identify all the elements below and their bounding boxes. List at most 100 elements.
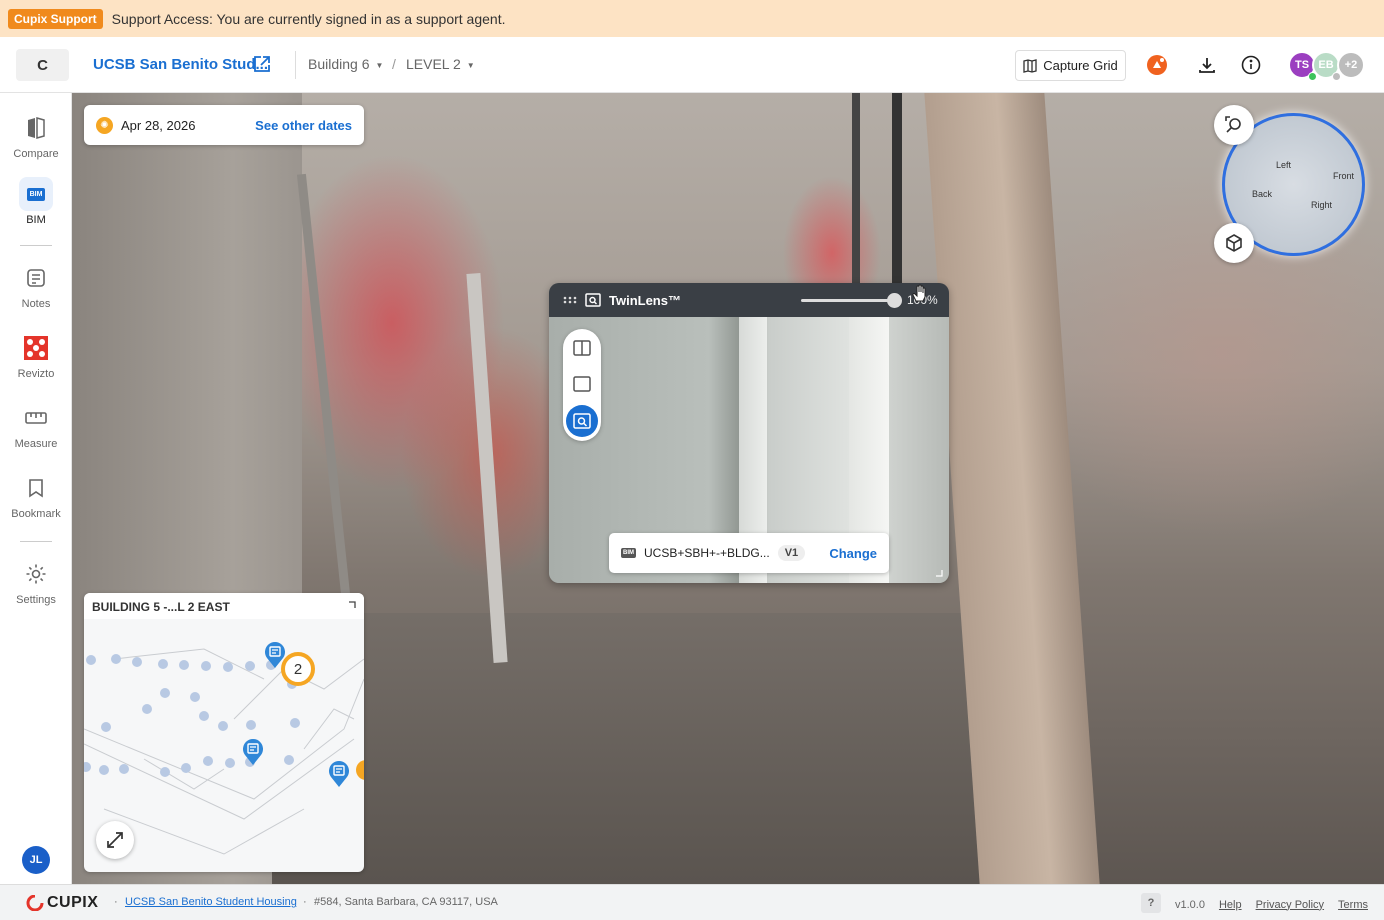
- workspace-logo[interactable]: C: [16, 49, 69, 81]
- zoom-slider-handle[interactable]: [887, 293, 902, 308]
- app-version: v1.0.0: [1174, 898, 1205, 911]
- avatar-more[interactable]: +2: [1337, 51, 1365, 79]
- footer-address: #584, Santa Barbara, CA 93117, USA: [314, 896, 498, 908]
- caret-down-icon: ▼: [466, 60, 475, 70]
- avatar-more-count: +2: [1344, 59, 1358, 71]
- top-header: C UCSB San Benito Stud... Building 6 ▼ / …: [0, 37, 1384, 93]
- sun-icon: ✺: [96, 116, 113, 134]
- minimap-collapse-icon[interactable]: [348, 601, 356, 609]
- minimap-expand-button[interactable]: [96, 821, 134, 859]
- model-version-badge: V1: [777, 545, 806, 561]
- notification-icon[interactable]: [1146, 54, 1168, 76]
- gear-icon: [19, 557, 53, 591]
- rail-measure[interactable]: Measure: [0, 401, 72, 450]
- bim-model-button[interactable]: [1214, 223, 1254, 263]
- zoom-slider-track[interactable]: [801, 299, 896, 302]
- terms-link[interactable]: Terms: [1338, 899, 1368, 911]
- breadcrumb-level-label: LEVEL 2: [406, 56, 461, 72]
- twinlens-title: TwinLens™: [609, 292, 681, 308]
- rail-settings[interactable]: Settings: [0, 557, 72, 606]
- rail-bookmark-label: Bookmark: [11, 508, 61, 520]
- footer: CUPIX · UCSB San Benito Student Housing …: [0, 884, 1384, 920]
- single-view-icon[interactable]: [566, 368, 598, 400]
- privacy-policy-link[interactable]: Privacy Policy: [1256, 899, 1324, 911]
- see-other-dates-link[interactable]: See other dates: [255, 118, 352, 133]
- header-divider: [295, 51, 296, 79]
- lens-view-icon[interactable]: [566, 405, 598, 437]
- scaffold-pole: [466, 272, 508, 664]
- footer-links: ? v1.0.0 Help Privacy Policy Terms: [1140, 893, 1368, 913]
- note-pin-icon[interactable]: [328, 760, 350, 793]
- note-pin-icon[interactable]: [242, 738, 264, 771]
- bim-model-name: UCSB+SBH+-+BLDG...: [644, 546, 770, 560]
- rail-compare-label: Compare: [13, 148, 59, 160]
- user-avatar[interactable]: JL: [22, 846, 50, 874]
- project-name[interactable]: UCSB San Benito Stud...: [93, 56, 268, 73]
- minimap-title: BUILDING 5 -...L 2 EAST: [84, 593, 364, 619]
- footer-brand: CUPIX: [26, 894, 98, 912]
- cube-icon: [1226, 234, 1242, 252]
- breadcrumb-separator: /: [392, 56, 396, 72]
- rail-revizto[interactable]: Revizto: [0, 331, 72, 380]
- caret-down-icon: ▼: [375, 60, 384, 70]
- footer-dot: ·: [303, 896, 307, 908]
- bookmark-icon: [19, 471, 53, 505]
- rail-settings-label: Settings: [16, 594, 56, 606]
- support-badge: Cupix Support: [8, 8, 103, 29]
- rail-notes-label: Notes: [21, 298, 51, 310]
- capture-date: Apr 28, 2026: [121, 117, 196, 133]
- panorama-floor: [272, 613, 1032, 884]
- online-status-dot: [1308, 72, 1317, 81]
- orientation-front[interactable]: Front: [1333, 171, 1354, 181]
- search-view-button[interactable]: [1214, 105, 1254, 145]
- rail-measure-label: Measure: [14, 438, 58, 450]
- capture-grid-button[interactable]: Capture Grid: [1015, 50, 1126, 81]
- breadcrumb-level[interactable]: LEVEL 2 ▼: [406, 56, 475, 72]
- grid-map-icon: [1023, 58, 1037, 73]
- split-view-icon[interactable]: [566, 332, 598, 364]
- rail-compare[interactable]: Compare: [0, 111, 72, 160]
- bim-model-icon: BIM: [621, 548, 636, 558]
- drag-handle-icon[interactable]: [563, 296, 577, 304]
- help-link[interactable]: Help: [1219, 899, 1242, 911]
- footer-dot: ·: [114, 896, 118, 908]
- capture-grid-label: Capture Grid: [1043, 58, 1118, 73]
- hand-cursor-icon: [912, 284, 926, 302]
- expand-icon: [107, 832, 123, 848]
- scaffold-pole: [296, 173, 357, 653]
- capture-cluster[interactable]: 2: [281, 652, 315, 686]
- footer-brand-text: CUPIX: [47, 894, 99, 911]
- twinlens-view-modes: [563, 329, 601, 441]
- twinlens-icon: [585, 293, 601, 307]
- rail-bim[interactable]: BIM BIM: [0, 177, 72, 226]
- help-icon[interactable]: ?: [1140, 893, 1161, 913]
- info-icon[interactable]: [1240, 54, 1262, 76]
- support-message: Support Access: You are currently signed…: [111, 10, 506, 27]
- change-model-button[interactable]: Change: [829, 546, 877, 561]
- rail-bim-label: BIM: [26, 214, 46, 226]
- download-icon[interactable]: [1196, 54, 1218, 76]
- resize-handle-icon[interactable]: [935, 569, 943, 577]
- offline-status-dot: [1332, 72, 1341, 81]
- orientation-back[interactable]: Back: [1252, 189, 1272, 199]
- breadcrumb-building[interactable]: Building 6 ▼: [308, 56, 383, 72]
- footer-project-link[interactable]: UCSB San Benito Student Housing: [125, 896, 297, 908]
- twinlens-panel[interactable]: TwinLens™ 100% BIM UCSB+SBH+-+BLDG... V1…: [549, 283, 949, 583]
- notes-icon: [19, 261, 53, 295]
- rail-notes[interactable]: Notes: [0, 261, 72, 310]
- revizto-icon: [19, 331, 53, 365]
- cupix-logo-icon: [26, 895, 44, 911]
- avatar-ts-initials: TS: [1294, 59, 1310, 71]
- bim-icon: BIM: [19, 177, 53, 211]
- orientation-right[interactable]: Right: [1311, 200, 1332, 210]
- external-link-icon[interactable]: [252, 54, 272, 74]
- capture-cluster-count: 2: [293, 660, 303, 678]
- rail-divider: [20, 541, 52, 542]
- minimap[interactable]: BUILDING 5 -...L 2 EAST 2: [84, 593, 364, 872]
- ruler-icon: [19, 401, 53, 435]
- left-rail: Compare BIM BIM Notes Revizto Measure Bo…: [0, 93, 72, 884]
- orientation-left[interactable]: Left: [1276, 160, 1291, 170]
- panorama-viewer[interactable]: ✺ Apr 28, 2026 See other dates TwinLens™…: [72, 93, 1384, 884]
- bim-icon-text: BIM: [26, 187, 46, 201]
- rail-bookmark[interactable]: Bookmark: [0, 471, 72, 520]
